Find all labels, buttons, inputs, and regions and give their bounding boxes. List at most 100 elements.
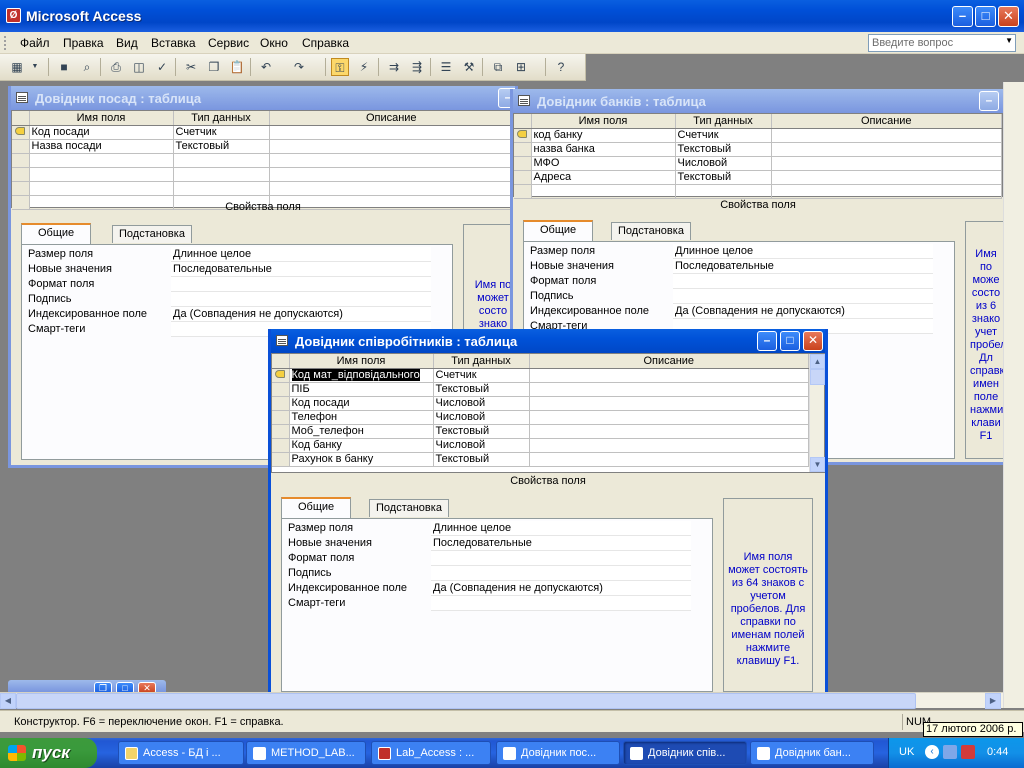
database-window-icon[interactable]: ⧉: [489, 58, 507, 76]
column-header-name[interactable]: Имя поля: [29, 111, 174, 126]
app-title: Microsoft Access: [26, 8, 142, 24]
properties-tabs: Общие Подстановка: [21, 223, 321, 244]
print-preview-icon[interactable]: ◫: [130, 58, 148, 76]
table-row: Адреса Текстовый: [514, 170, 1002, 185]
primary-key-icon[interactable]: ⚿: [331, 58, 349, 76]
grid-vertical-scrollbar[interactable]: ▲ ▼: [809, 354, 825, 472]
field-name[interactable]: Назва посади: [29, 139, 174, 154]
tab-lookup[interactable]: Подстановка: [369, 499, 449, 517]
workspace-vertical-scrollbar[interactable]: [1003, 82, 1024, 708]
tab-general[interactable]: Общие: [281, 497, 352, 518]
table-row: Код мат_відповідального Счетчик: [272, 368, 809, 383]
table-icon: [276, 335, 288, 346]
indexes-icon[interactable]: ⚡: [355, 58, 373, 76]
tab-general[interactable]: Общие: [523, 220, 594, 241]
scroll-thumb[interactable]: [810, 369, 825, 385]
scroll-down-icon[interactable]: ▼: [810, 457, 825, 472]
tab-lookup[interactable]: Подстановка: [112, 225, 192, 243]
system-tray: UK ‹ 0:44: [888, 738, 1024, 768]
copy-icon[interactable]: ❐: [205, 58, 223, 76]
spelling-icon[interactable]: ✓: [153, 58, 171, 76]
access-key-icon[interactable]: Ø: [6, 8, 21, 23]
maximize-icon[interactable]: □: [780, 331, 800, 351]
menu-view[interactable]: Вид: [116, 36, 138, 50]
tab-general[interactable]: Общие: [21, 223, 92, 244]
taskbar-item-access-db[interactable]: Access - БД і ...: [118, 741, 244, 765]
help-icon[interactable]: ?: [552, 58, 570, 76]
properties-tabs: Общие Подстановка: [281, 497, 581, 518]
menu-tools[interactable]: Сервис: [208, 36, 249, 50]
bank-field-grid[interactable]: Имя поля Тип данных Описание код банку Счет…: [513, 113, 1003, 199]
delete-rows-icon[interactable]: ⇶: [408, 58, 426, 76]
minimize-icon[interactable]: –: [979, 91, 999, 111]
menu-edit[interactable]: Правка: [63, 36, 104, 50]
start-button[interactable]: пуск: [0, 738, 97, 768]
save-icon[interactable]: ■: [55, 58, 73, 76]
maximize-icon[interactable]: □: [975, 6, 996, 27]
general-properties-panel: Размер поля Длинное целое Новые значения П…: [281, 518, 713, 692]
scroll-up-icon[interactable]: ▲: [810, 354, 825, 369]
taskbar-item-bank[interactable]: Довідник бан...: [750, 741, 874, 765]
scroll-thumb[interactable]: [16, 693, 916, 709]
workspace-horizontal-scrollbar[interactable]: ◀ ▶: [0, 692, 1003, 709]
network-icon[interactable]: [943, 745, 957, 759]
taskbar: пуск Access - БД і ... METHOD_LAB... Lab…: [0, 738, 1024, 768]
access-key-icon: [378, 747, 391, 760]
view-icon[interactable]: ▦: [8, 58, 26, 76]
field-hint-box: Имя поля может состоять из 64 знаков с у…: [723, 498, 813, 692]
employees-field-grid[interactable]: Имя поля Тип данных Описание Код мат_відпо…: [271, 353, 825, 473]
new-object-icon[interactable]: ⊞: [512, 58, 530, 76]
scroll-right-icon[interactable]: ▶: [985, 693, 1001, 709]
minimize-icon[interactable]: –: [952, 6, 973, 27]
ask-question-input[interactable]: Введите вопрос ▼: [868, 34, 1016, 52]
posad-field-grid[interactable]: Имя поля Тип данных Описание Код посади Сче…: [11, 110, 515, 210]
scroll-left-icon[interactable]: ◀: [0, 693, 16, 709]
primary-key-icon[interactable]: [272, 368, 290, 383]
menu-help[interactable]: Справка: [302, 36, 349, 50]
taskbar-item-method-lab[interactable]: METHOD_LAB...: [246, 741, 366, 765]
properties-icon[interactable]: ☰: [437, 58, 455, 76]
redo-icon[interactable]: ↷: [290, 58, 308, 76]
window-employees-titlebar[interactable]: Довідник співробітників : таблица – □ ✕: [271, 329, 825, 353]
taskbar-item-employees[interactable]: Довідник спів...: [623, 741, 747, 765]
minimized-window[interactable]: ❐ □ ✕: [8, 680, 166, 694]
primary-key-icon[interactable]: [12, 125, 30, 140]
minimize-icon[interactable]: –: [757, 331, 777, 351]
taskbar-item-posad[interactable]: Довідник пос...: [496, 741, 620, 765]
menu-window[interactable]: Окно: [260, 36, 288, 50]
field-type[interactable]: Счетчик: [173, 125, 270, 140]
search-icon[interactable]: ⌕: [78, 58, 96, 76]
tab-lookup[interactable]: Подстановка: [611, 222, 691, 240]
window-employees[interactable]: Довідник співробітників : таблица – □ ✕ …: [268, 329, 828, 692]
word-icon: [253, 747, 266, 760]
menu-file[interactable]: Файл: [20, 36, 50, 50]
column-header-type[interactable]: Тип данных: [173, 111, 270, 126]
menu-insert[interactable]: Вставка: [151, 36, 196, 50]
clock: 0:44: [987, 746, 1009, 758]
table-icon: [630, 747, 643, 760]
language-indicator[interactable]: UK: [899, 746, 914, 758]
chevron-down-icon[interactable]: ▼: [30, 58, 40, 76]
close-icon[interactable]: ✕: [998, 6, 1019, 27]
chevron-left-icon[interactable]: ‹: [925, 745, 939, 759]
chevron-down-icon[interactable]: ▼: [1005, 36, 1013, 45]
close-icon[interactable]: ✕: [803, 331, 823, 351]
undo-icon[interactable]: ↶: [257, 58, 275, 76]
insert-rows-icon[interactable]: ⇉: [385, 58, 403, 76]
field-hint-box: Имя по може состо из 6 знако учет пробел…: [965, 221, 1003, 459]
print-icon[interactable]: ⎙: [107, 58, 125, 76]
table-icon: [757, 747, 770, 760]
field-name[interactable]: Код посади: [29, 125, 174, 140]
table-row: [514, 184, 1002, 199]
column-header-desc[interactable]: Описание: [269, 111, 514, 126]
builder-icon[interactable]: ⚒: [460, 58, 478, 76]
primary-key-icon[interactable]: [514, 128, 532, 143]
menubar-grip[interactable]: [4, 36, 7, 50]
cut-icon[interactable]: ✂: [182, 58, 200, 76]
antivirus-icon[interactable]: [961, 745, 975, 759]
window-bank-titlebar[interactable]: Довідник банків : таблица –: [513, 89, 1003, 113]
taskbar-item-lab-access[interactable]: Lab_Access : ...: [371, 741, 491, 765]
paste-icon[interactable]: 📋: [228, 58, 246, 76]
field-type[interactable]: Текстовый: [173, 139, 270, 154]
window-posad-titlebar[interactable]: Довідник посад : таблица –: [11, 86, 515, 110]
